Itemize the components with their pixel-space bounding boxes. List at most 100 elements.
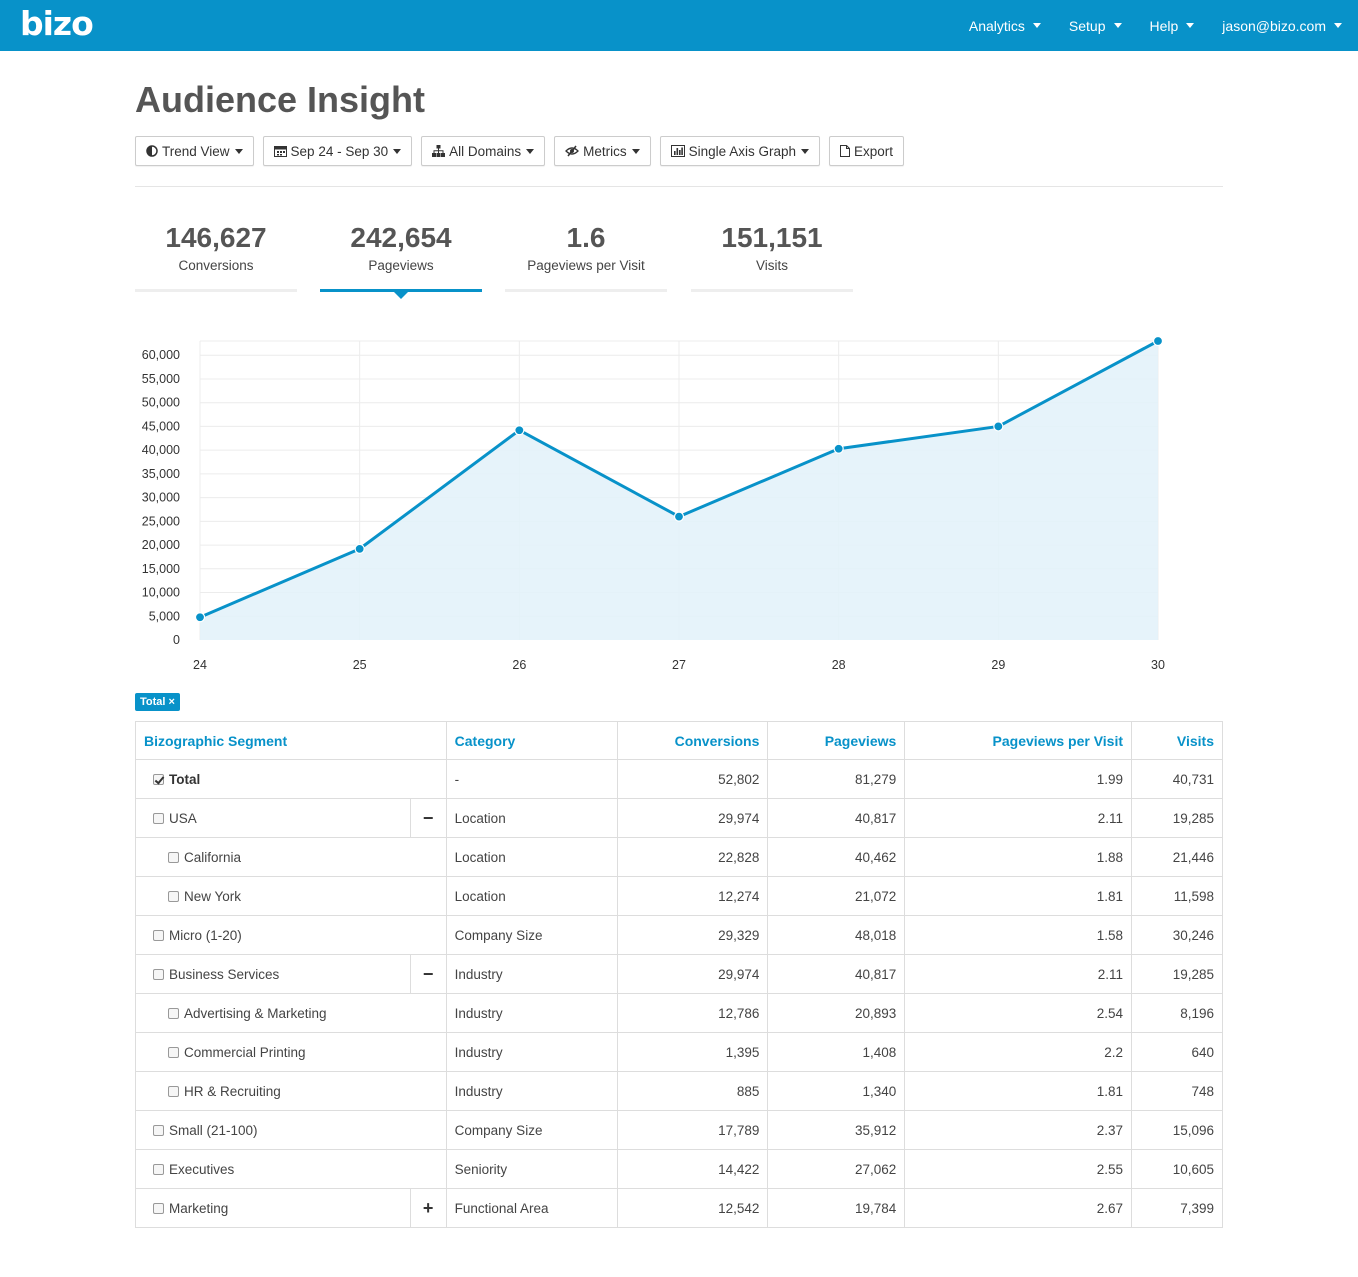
table-row: Marketing + Functional Area 12,542 19,784 2.6… — [135, 1188, 1223, 1228]
pageviews-cell: 81,279 — [767, 759, 906, 799]
segment-cell-content: Business Services — [144, 955, 438, 993]
segment-cell-content: Marketing — [144, 1189, 438, 1227]
pageviews-cell: 35,912 — [767, 1110, 906, 1150]
segment-checkbox[interactable] — [153, 968, 164, 980]
export-button[interactable]: Export — [828, 136, 904, 166]
total-filter-tag[interactable]: Total × — [135, 693, 180, 711]
table-row: New York Location 12,274 21,072 1.81 11,598 — [135, 876, 1223, 916]
table-row: Micro (1-20) Company Size 29,329 48,018 1.58… — [135, 915, 1223, 955]
conversions-cell: 12,542 — [617, 1188, 769, 1228]
segment-cell-content: USA — [144, 799, 438, 837]
category-cell: Industry — [445, 1071, 619, 1111]
category-cell: Company Size — [445, 1110, 619, 1150]
segment-checkbox[interactable] — [168, 890, 179, 902]
column-header-visits[interactable]: Visits — [1131, 721, 1223, 760]
column-header-pageviews-per-visit[interactable]: Pageviews per Visit — [904, 721, 1133, 760]
x-tick-label: 30 — [1151, 658, 1165, 672]
visits-cell: 640 — [1131, 1032, 1223, 1072]
column-header-category[interactable]: Category — [445, 721, 619, 760]
metric-tab-pageviews-per-visit[interactable]: 1.6 Pageviews per Visit — [505, 210, 667, 292]
pageviews-cell: 27,062 — [767, 1149, 906, 1189]
category-cell: Company Size — [445, 915, 619, 955]
column-header-segment[interactable]: Bizographic Segment — [135, 721, 447, 760]
category-cell: Functional Area — [445, 1188, 619, 1228]
y-tick-label: 10,000 — [142, 586, 180, 600]
segment-cell-content: Executives — [144, 1150, 438, 1188]
y-tick-label: 20,000 — [142, 538, 180, 552]
nav-user-menu[interactable]: jason@bizo.com — [1222, 18, 1342, 34]
y-tick-label: 30,000 — [142, 491, 180, 505]
metric-value: 146,627 — [165, 222, 267, 253]
category-cell: Location — [445, 798, 619, 838]
segment-cell-content: Advertising & Marketing — [144, 994, 438, 1032]
column-header-pageviews[interactable]: Pageviews — [767, 721, 906, 760]
segment-cell: Small (21-100) — [135, 1110, 447, 1150]
x-tick-label: 25 — [353, 658, 367, 672]
trend-view-dropdown[interactable]: Trend View — [135, 136, 254, 166]
metric-underline — [505, 289, 667, 292]
graph-type-dropdown[interactable]: Single Axis Graph — [659, 136, 820, 166]
conversions-cell: 22,828 — [617, 837, 769, 877]
segment-checkbox[interactable] — [153, 1124, 164, 1136]
table-row: Small (21-100) Company Size 17,789 35,912 2.… — [135, 1110, 1223, 1150]
data-point — [833, 443, 844, 454]
segment-checkbox[interactable] — [168, 1007, 179, 1019]
metric-tab-conversions[interactable]: 146,627 Conversions — [135, 210, 297, 292]
conversions-cell: 12,786 — [617, 993, 769, 1033]
collapse-button[interactable]: − — [409, 955, 446, 993]
segment-table: Bizographic Segment Category Conversions… — [135, 721, 1223, 1228]
segment-checkbox[interactable] — [153, 1163, 164, 1175]
data-point — [673, 511, 685, 522]
pageviews-cell: 40,462 — [767, 837, 906, 877]
pageviews-cell: 40,817 — [767, 954, 906, 994]
segment-cell: USA − — [135, 798, 447, 838]
pageviews-area-chart: 0 5,000 10,000 15,000 20,000 25,000 30,000 35,0… — [142, 335, 1165, 672]
bizo-logo[interactable]: bizo — [20, 6, 94, 42]
segment-checkbox[interactable] — [153, 773, 164, 785]
domains-dropdown[interactable]: All Domains — [421, 136, 546, 166]
segment-label: Micro (1-20) — [169, 927, 242, 943]
caret-down-icon — [800, 148, 809, 154]
segment-checkbox[interactable] — [168, 851, 179, 863]
column-header-conversions[interactable]: Conversions — [617, 721, 769, 760]
y-tick-label: 60,000 — [142, 348, 180, 362]
metric-tab-pageviews[interactable]: 242,654 Pageviews — [320, 210, 482, 299]
pageviews-per-visit-cell: 1.81 — [904, 1071, 1133, 1111]
visits-cell: 30,246 — [1131, 915, 1223, 955]
y-tick-label: 35,000 — [142, 467, 180, 481]
caret-down-icon — [1032, 23, 1041, 28]
visits-cell: 11,598 — [1131, 876, 1223, 916]
caret-down-icon — [393, 148, 402, 154]
metric-tab-visits[interactable]: 151,151 Visits — [691, 210, 853, 292]
nav-setup-menu[interactable]: Setup — [1069, 18, 1122, 34]
y-tick-label: 45,000 — [142, 419, 180, 433]
collapse-button[interactable]: − — [409, 799, 446, 837]
caret-down-icon — [1113, 23, 1122, 28]
pageviews-cell: 19,784 — [767, 1188, 906, 1228]
segment-cell: Business Services − — [135, 954, 447, 994]
segment-label: Total — [169, 771, 201, 787]
nav-analytics-menu[interactable]: Analytics — [969, 18, 1041, 34]
date-range-dropdown[interactable]: Sep 24 - Sep 30 — [262, 136, 413, 166]
segment-checkbox[interactable] — [153, 929, 164, 941]
metrics-dropdown[interactable]: Metrics — [554, 136, 651, 166]
segment-checkbox[interactable] — [168, 1085, 179, 1097]
segment-checkbox[interactable] — [153, 812, 164, 824]
data-point — [194, 612, 206, 623]
pageviews-per-visit-cell: 2.37 — [904, 1110, 1133, 1150]
metrics-label: Metrics — [583, 143, 627, 159]
visits-cell: 40,731 — [1131, 759, 1223, 799]
visits-cell: 748 — [1131, 1071, 1223, 1111]
segment-cell-content: Commercial Printing — [144, 1033, 438, 1071]
segment-checkbox[interactable] — [168, 1046, 179, 1058]
expand-button[interactable]: + — [409, 1189, 446, 1227]
segment-checkbox[interactable] — [153, 1202, 164, 1214]
segment-label: Commercial Printing — [184, 1044, 306, 1060]
table-row: Total -52,802 81,279 1.99 40,731 — [135, 759, 1223, 799]
nav-analytics-label: Analytics — [968, 17, 1025, 34]
data-point — [354, 543, 365, 554]
nav-help-menu[interactable]: Help — [1150, 18, 1195, 34]
caret-down-icon — [1334, 23, 1342, 28]
active-pointer-icon — [394, 292, 408, 299]
pageviews-cell: 40,817 — [767, 798, 906, 838]
